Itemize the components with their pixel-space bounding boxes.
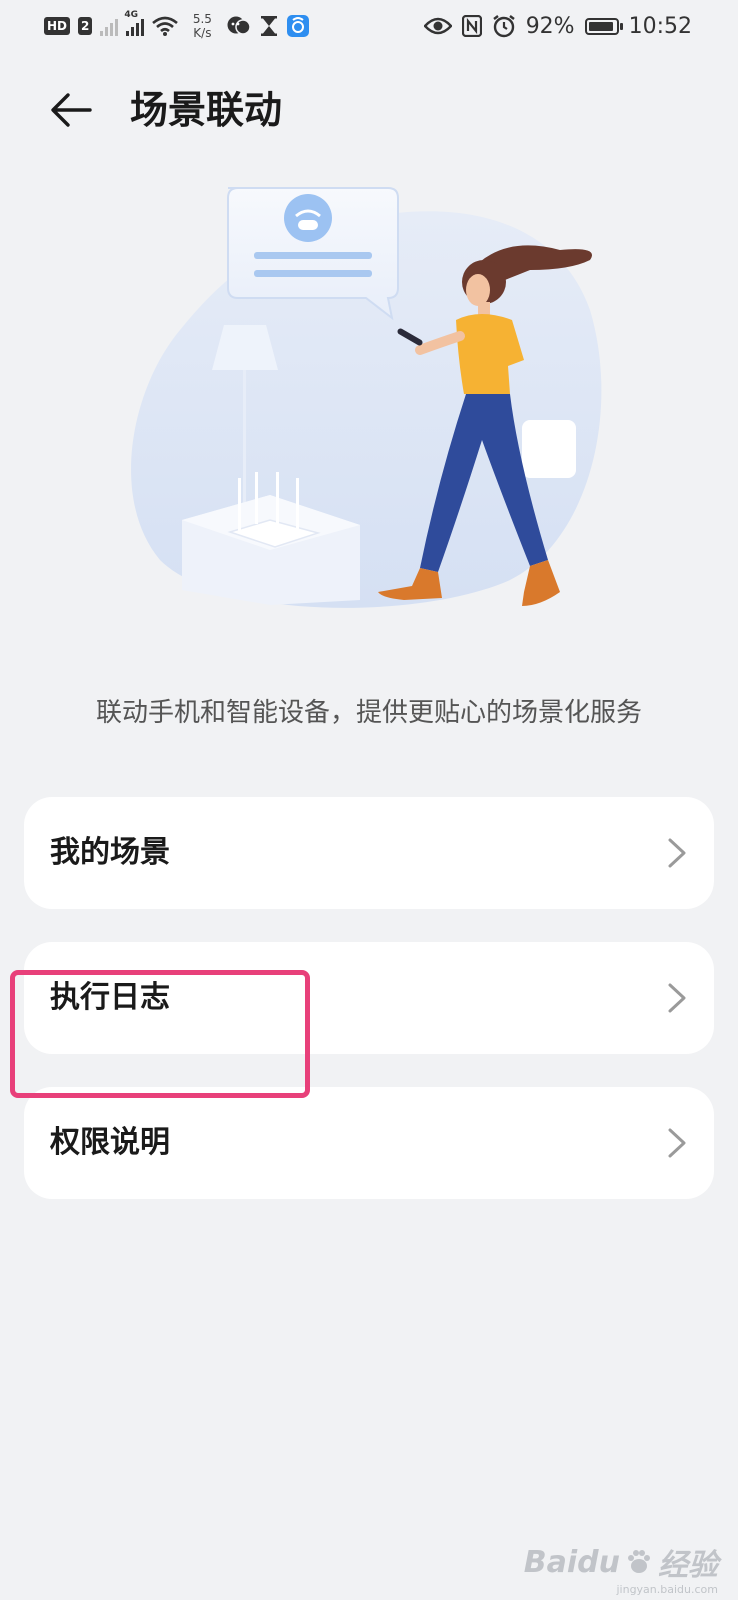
net-speed-unit: K/s [193, 26, 212, 40]
page-title: 场景联动 [130, 88, 283, 132]
notification-bubble [227, 187, 399, 321]
clock: 10:52 [628, 13, 692, 39]
chevron-right-icon [668, 983, 686, 1013]
alarm-icon [492, 15, 515, 38]
wifi-icon [152, 16, 179, 36]
menu-item-permissions[interactable]: 权限说明 [24, 1087, 714, 1199]
back-button[interactable] [44, 82, 100, 138]
app-icon [287, 15, 310, 37]
battery-percent: 92% [525, 13, 575, 39]
menu-item-label: 权限说明 [50, 1125, 170, 1160]
chevron-right-icon [668, 1128, 686, 1158]
battery-fill [588, 21, 613, 31]
baidu-watermark: Baidu 经验 jingyan.baidu.com [523, 1540, 718, 1597]
scene-illustration [131, 187, 602, 608]
signal-4g-icon: 4G [124, 10, 145, 36]
sim-badge: 2 [78, 17, 93, 35]
watermark-brand: Baidu [523, 1544, 620, 1580]
watermark-brand-cn: 经验 [658, 1548, 718, 1583]
menu-item-my-scenes[interactable]: 我的场景 [24, 797, 714, 909]
hd-badge: HD [44, 17, 71, 35]
status-bar: HD 2 4G 5.5 K/s 92% 10:52 [0, 0, 738, 56]
status-bar-right: 92% 10:52 [423, 8, 692, 44]
net-speed: 5.5 K/s [186, 12, 218, 40]
net-speed-value: 5.5 [192, 12, 212, 26]
feature-description: 联动手机和智能设备，提供更贴心的场景化服务 [95, 698, 642, 728]
back-arrow-icon [51, 93, 92, 127]
smart-speaker [522, 420, 576, 478]
app-header: 场景联动 [0, 70, 738, 150]
signal-icon [100, 16, 119, 36]
chevron-right-icon [668, 838, 686, 868]
nfc-icon [461, 15, 482, 37]
paw-icon [628, 1550, 650, 1573]
chat-icon [227, 16, 252, 35]
eye-icon [423, 17, 452, 35]
menu-item-label: 我的场景 [50, 835, 170, 870]
battery-icon [584, 17, 623, 35]
watermark-url: jingyan.baidu.com [616, 1583, 718, 1596]
network-type-label: 4G [124, 10, 139, 20]
status-bar-left: HD 2 4G 5.5 K/s [44, 8, 310, 44]
hourglass-icon [261, 16, 278, 36]
highlight-annotation [10, 970, 310, 1098]
